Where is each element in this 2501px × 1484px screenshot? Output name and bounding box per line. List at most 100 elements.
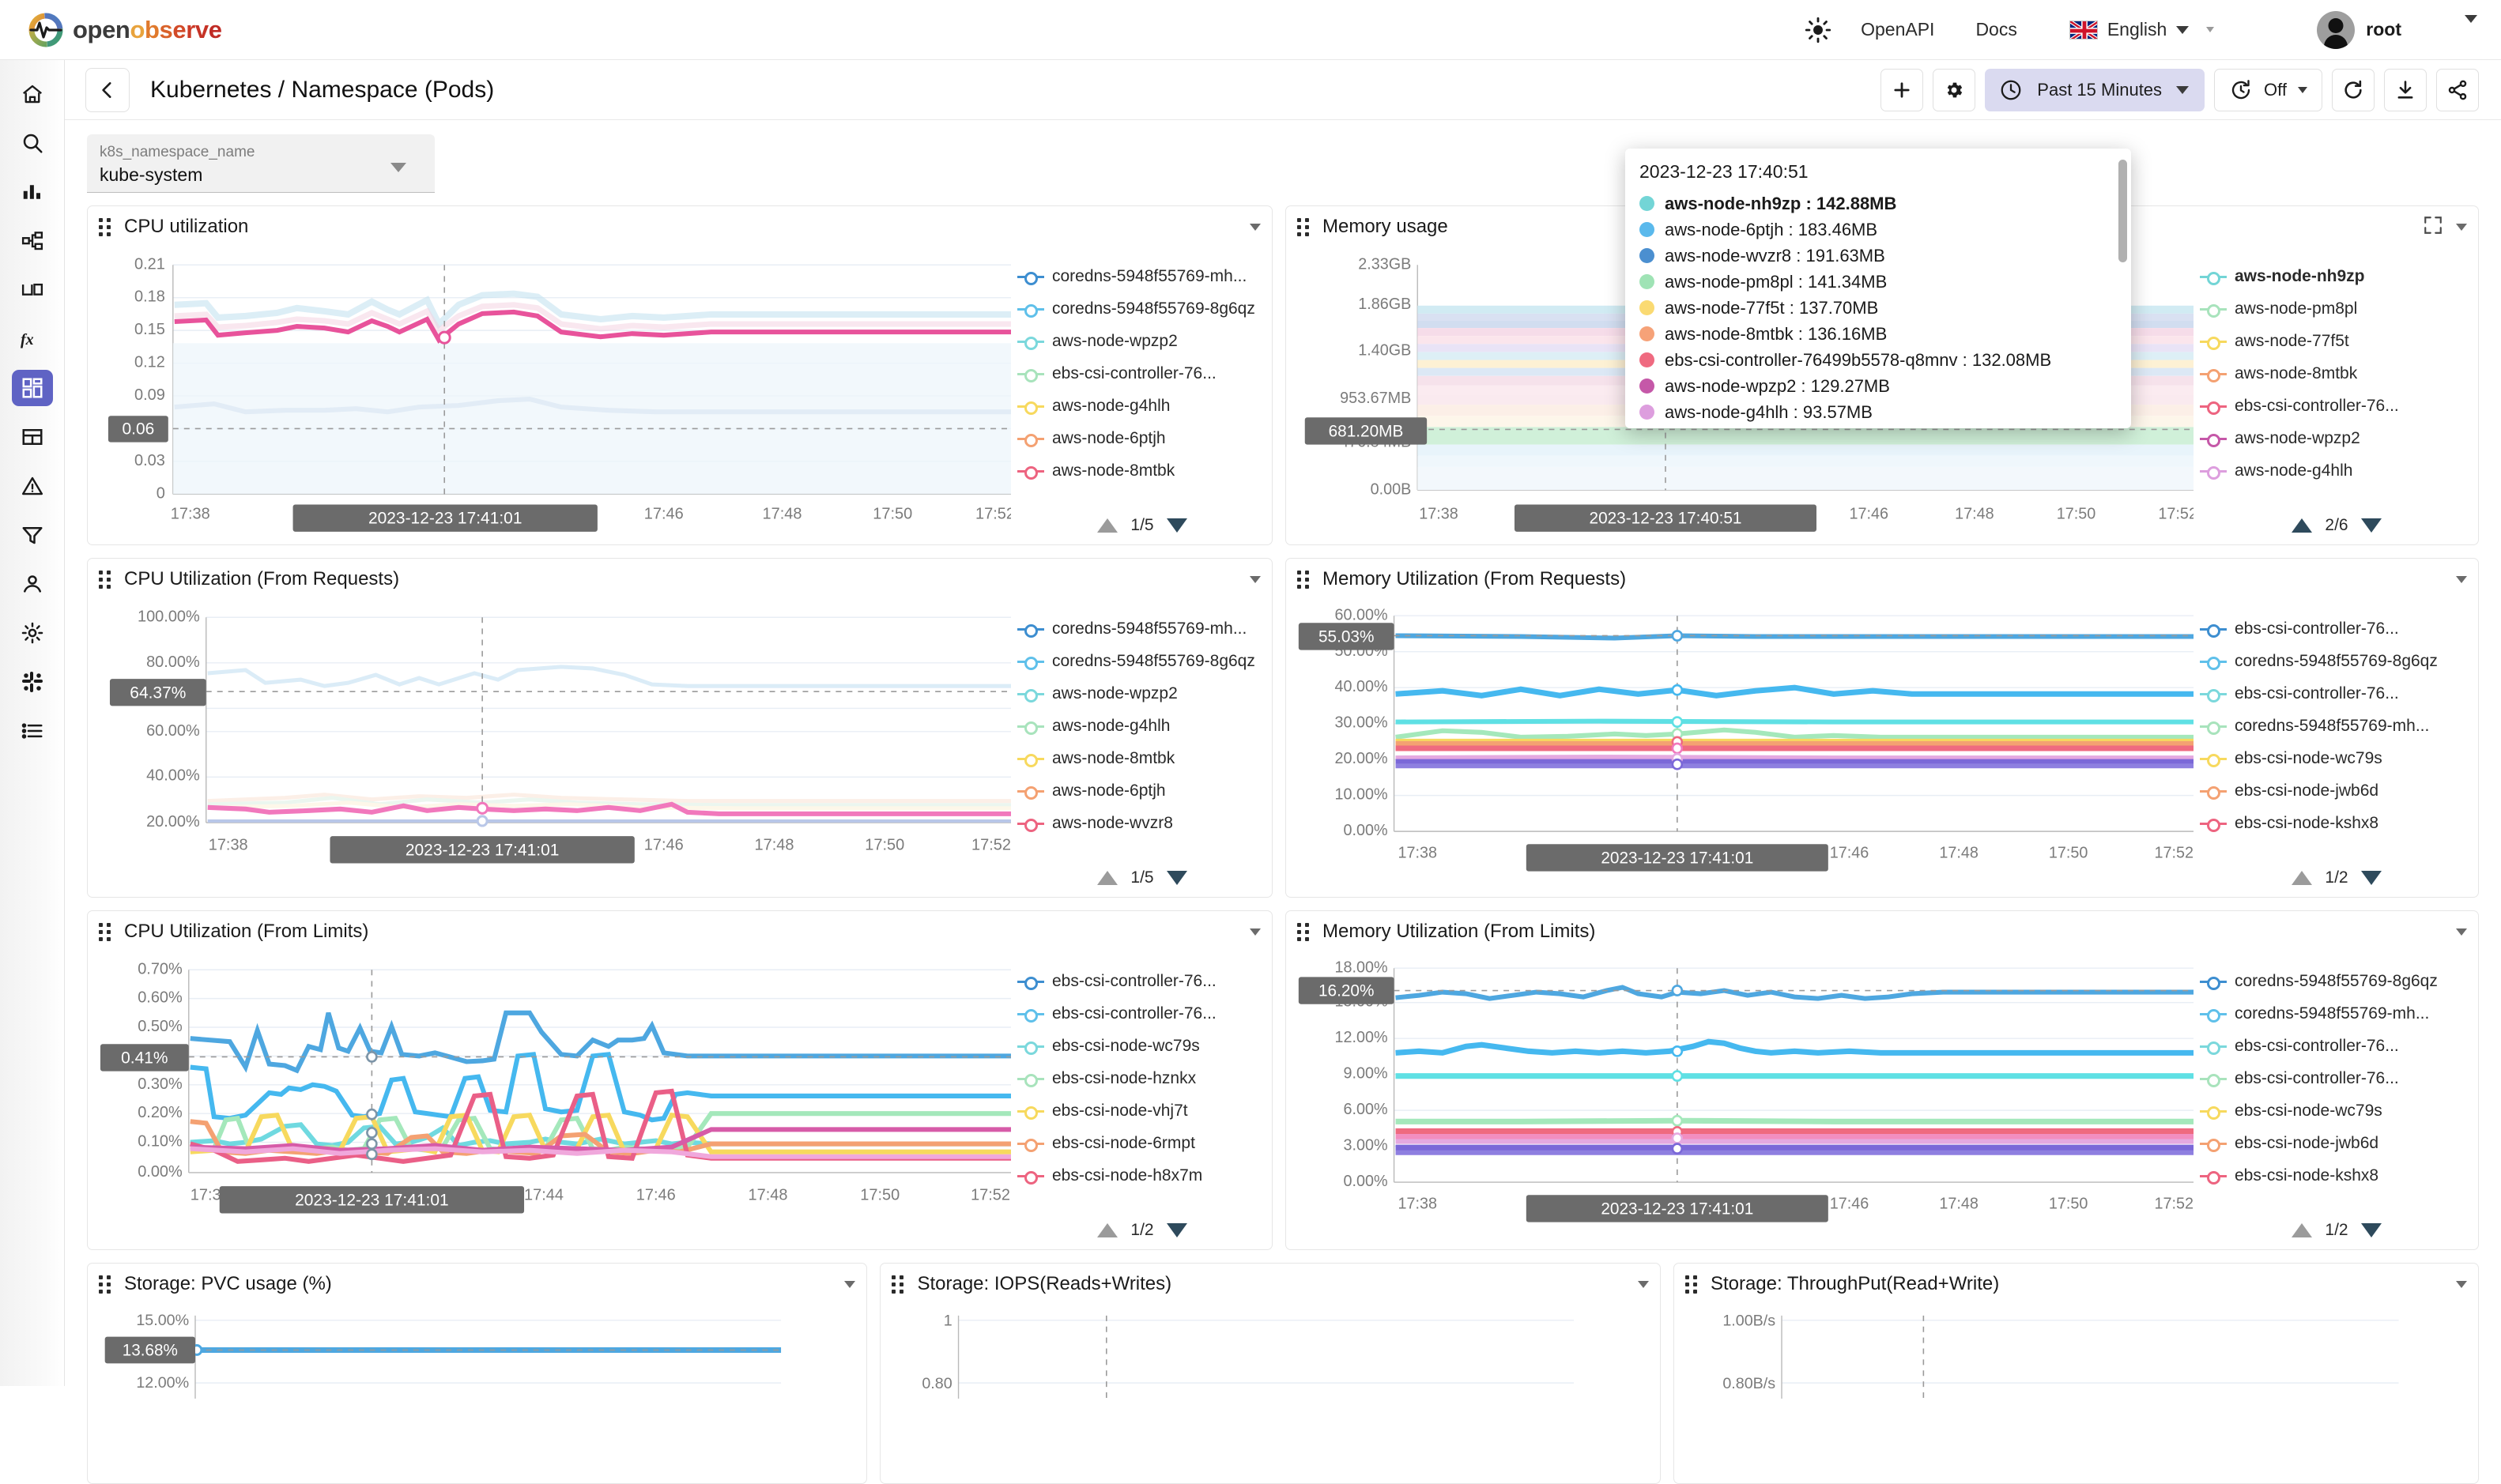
legend-item[interactable]: aws-node-8mtbk [2200,357,2473,390]
legend-item[interactable]: ebs-csi-node-h8x7m [1017,1159,1267,1192]
drag-handle-icon[interactable] [1684,1275,1701,1294]
legend-item[interactable]: aws-node-77f5t [2200,325,2473,357]
chart-storage-throughput[interactable]: 1.00B/s 0.80B/s [1674,1305,2478,1483]
legend-item[interactable]: ebs-csi-controller-76... [1017,965,1267,997]
legend-item[interactable]: coredns-5948f55769-8g6qz [1017,645,1267,677]
user-menu-chevron-down-icon[interactable] [2465,14,2477,37]
legend-item[interactable]: coredns-5948f55769-mh... [1017,260,1267,292]
drag-handle-icon[interactable] [99,218,115,236]
legend-next-page-button[interactable] [2360,1223,2382,1237]
chart-cpu-utilization-from-limits[interactable]: 0.70% 0.60% 0.50% 0.40% 0.30% 0.20% 0.10… [88,952,1011,1249]
legend-item[interactable]: aws-node-pm8pl [2200,292,2473,325]
openapi-link[interactable]: OpenAPI [1840,19,1955,40]
legend-item[interactable]: ebs-csi-node-wc79s [2200,1094,2473,1127]
legend-next-page-button[interactable] [1166,1223,1187,1237]
legend-item[interactable]: ebs-csi-controller-76... [1017,357,1267,390]
sidebar-item-home[interactable] [12,76,53,112]
legend-item[interactable]: aws-node-wvzr8 [1017,807,1267,839]
legend-item[interactable]: ebs-csi-node-vhj7t [1017,1094,1267,1127]
legend-item[interactable]: aws-node-g4hlh [1017,710,1267,742]
sidebar-item-streams[interactable] [12,419,53,455]
docs-link[interactable]: Docs [1955,19,2037,40]
legend-item[interactable]: ebs-csi-controller-76... [2200,1030,2473,1062]
legend-item[interactable]: ebs-csi-controller-76... [2200,1062,2473,1094]
legend-item[interactable]: ebs-csi-controller-76... [2200,390,2473,422]
legend-next-page-button[interactable] [1166,871,1187,885]
panel-menu-chevron-down-icon[interactable] [1250,575,1261,583]
legend-prev-page-button[interactable] [2292,1223,2313,1237]
drag-handle-icon[interactable] [99,571,115,589]
sun-icon[interactable] [1796,8,1840,52]
drag-handle-icon[interactable] [99,923,115,941]
chart-storage-pvc-usage[interactable]: 15.00% 12.00% 13.68% [88,1305,866,1483]
sidebar-item-iam[interactable] [12,566,53,602]
legend-item[interactable]: coredns-5948f55769-8g6qz [2200,965,2473,997]
drag-handle-icon[interactable] [892,1275,907,1294]
legend-item[interactable]: ebs-csi-node-kshx8 [2200,807,2473,839]
sidebar-item-alerts[interactable] [12,468,53,504]
legend-item[interactable]: ebs-csi-node-jwb6d [2200,1127,2473,1159]
panel-menu-chevron-down-icon[interactable] [844,1280,856,1288]
legend-item[interactable]: coredns-5948f55769-8g6qz [1017,292,1267,325]
sidebar-item-pipelines-fx[interactable]: fx [12,321,53,357]
legend-item[interactable]: ebs-csi-controller-76... [1017,997,1267,1030]
chart-storage-iops[interactable]: 1 0.80 [881,1305,1659,1483]
sidebar-item-metrics[interactable] [12,174,53,210]
panel-menu-chevron-down-icon[interactable] [2456,575,2467,583]
panel-menu-chevron-down-icon[interactable] [2456,1280,2467,1288]
collapse-caret-icon[interactable] [2206,27,2215,32]
legend-item[interactable]: coredns-5948f55769-8g6qz [2200,645,2473,677]
legend-prev-page-button[interactable] [1097,1223,1118,1237]
legend-item[interactable]: aws-node-wpzp2 [1017,325,1267,357]
legend-item[interactable]: ebs-csi-controller-76... [2200,612,2473,645]
panel-menu-chevron-down-icon[interactable] [1250,223,1261,231]
refresh-button[interactable] [2332,69,2375,111]
sidebar-item-about[interactable] [12,713,53,749]
legend-item[interactable]: coredns-5948f55769-mh... [1017,612,1267,645]
time-range-chevron-down-icon[interactable] [2176,86,2190,94]
share-button[interactable] [2436,69,2479,111]
time-range-selector[interactable]: Past 15 Minutes [1985,69,2205,111]
drag-handle-icon[interactable] [99,1275,115,1294]
legend-prev-page-button[interactable] [1097,518,1118,533]
auto-refresh-chevron-down-icon[interactable] [2298,87,2307,93]
download-button[interactable] [2384,69,2427,111]
language-selector[interactable]: English [2038,19,2206,40]
legend-prev-page-button[interactable] [1097,871,1118,885]
dashboard-settings-button[interactable] [1933,69,1976,111]
chevron-down-icon[interactable] [390,163,406,172]
fullscreen-icon[interactable] [2423,215,2443,239]
sidebar-item-management[interactable] [12,615,53,651]
sidebar-item-slack[interactable] [12,664,53,700]
legend-next-page-button[interactable] [2360,518,2382,533]
legend-item[interactable]: aws-node-wpzp2 [1017,677,1267,710]
panel-menu-chevron-down-icon[interactable] [1250,928,1261,936]
legend-prev-page-button[interactable] [2292,518,2313,533]
legend-item[interactable]: aws-node-6ptjh [1017,774,1267,807]
panel-menu-chevron-down-icon[interactable] [2456,223,2467,231]
sidebar-item-data-sources[interactable] [12,517,53,553]
legend-prev-page-button[interactable] [2292,871,2313,885]
legend-item[interactable]: ebs-csi-node-jwb6d [2200,774,2473,807]
legend-item[interactable]: coredns-5948f55769-mh... [2200,710,2473,742]
legend-item[interactable]: aws-node-wpzp2 [2200,422,2473,454]
legend-item[interactable]: ebs-csi-node-hznkx [1017,1062,1267,1094]
sidebar-item-rum[interactable] [12,272,53,308]
auto-refresh-selector[interactable]: Off [2214,69,2322,111]
user-menu[interactable]: root [2238,10,2401,49]
drag-handle-icon[interactable] [1297,923,1313,941]
variable-k8s-namespace-name[interactable]: k8s_namespace_name kube-system [87,134,435,193]
tooltip-scrollbar[interactable] [2118,160,2127,262]
drag-handle-icon[interactable] [1297,571,1313,589]
legend-item[interactable]: ebs-csi-node-6rmpt [1017,1127,1267,1159]
legend-item[interactable]: ebs-csi-controller-76... [2200,677,2473,710]
chart-memory-utilization-from-requests[interactable]: 60.00% 50.00% 40.00% 30.00% 20.00% 10.00… [1286,600,2194,897]
legend-next-page-button[interactable] [1166,518,1187,533]
legend-item[interactable]: ebs-csi-node-kshx8 [2200,1159,2473,1192]
legend-item[interactable]: aws-node-g4hlh [1017,390,1267,422]
legend-item[interactable]: aws-node-8mtbk [1017,454,1267,487]
panel-menu-chevron-down-icon[interactable] [2456,928,2467,936]
legend-item[interactable]: aws-node-6ptjh [1017,422,1267,454]
legend-next-page-button[interactable] [2360,871,2382,885]
legend-item[interactable]: aws-node-nh9zp [2200,260,2473,292]
